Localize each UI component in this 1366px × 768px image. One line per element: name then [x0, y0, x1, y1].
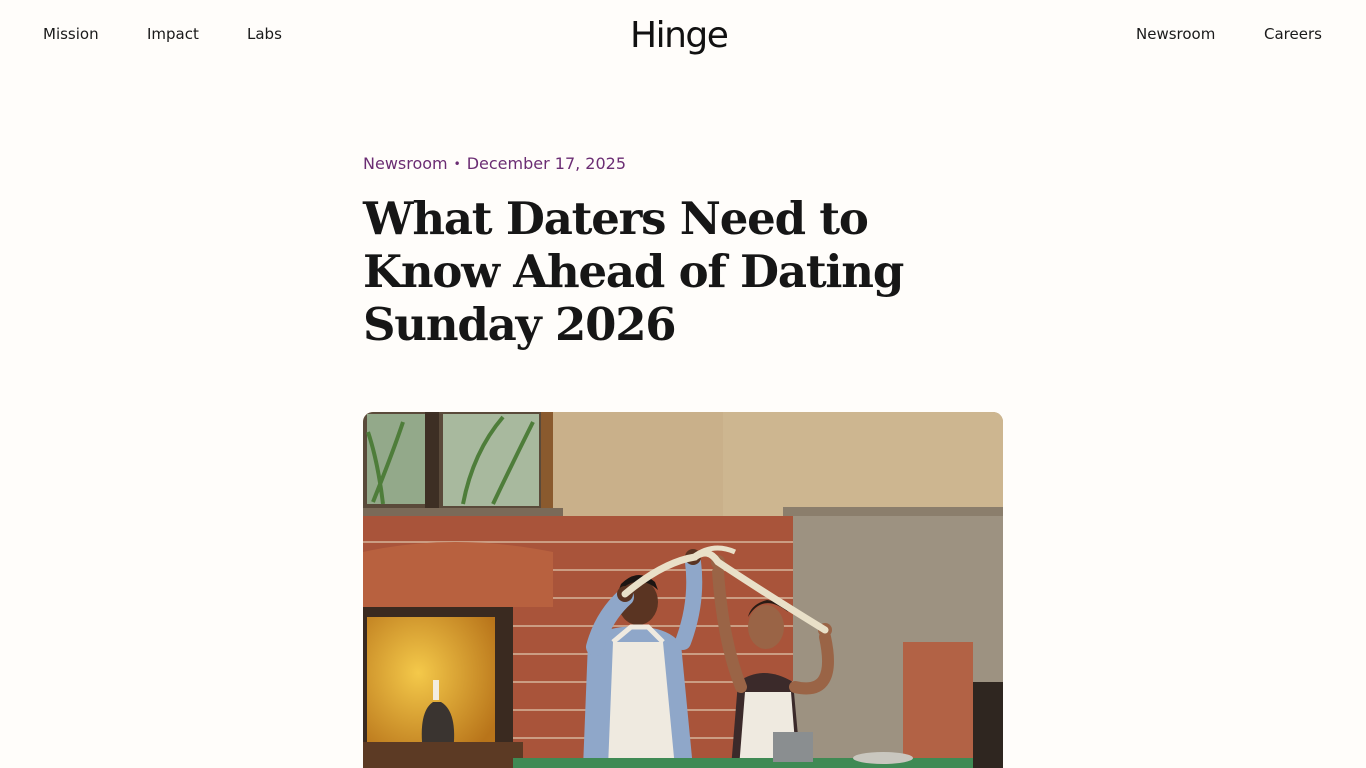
nav-link-careers[interactable]: Careers	[1264, 25, 1322, 43]
hero-image	[363, 412, 1003, 768]
couple-making-pasta-photo-icon	[363, 412, 1003, 768]
nav-link-newsroom[interactable]: Newsroom	[1136, 25, 1215, 43]
meta-separator: •	[453, 157, 461, 171]
category-link[interactable]: Newsroom	[363, 154, 448, 173]
hinge-logo[interactable]: Hinge	[630, 13, 729, 59]
nav-link-impact[interactable]: Impact	[147, 25, 199, 43]
nav-link-mission[interactable]: Mission	[43, 25, 99, 43]
site-header: Mission Impact Labs Hinge Newsroom Caree…	[0, 0, 1366, 72]
article-title: What Daters Need to Know Ahead of Dating…	[363, 192, 904, 351]
article-meta: Newsroom • December 17, 2025	[363, 152, 1003, 176]
publish-date: December 17, 2025	[466, 154, 627, 173]
nav-link-labs[interactable]: Labs	[247, 25, 282, 43]
article: Newsroom • December 17, 2025 What Daters N…	[363, 152, 1003, 351]
